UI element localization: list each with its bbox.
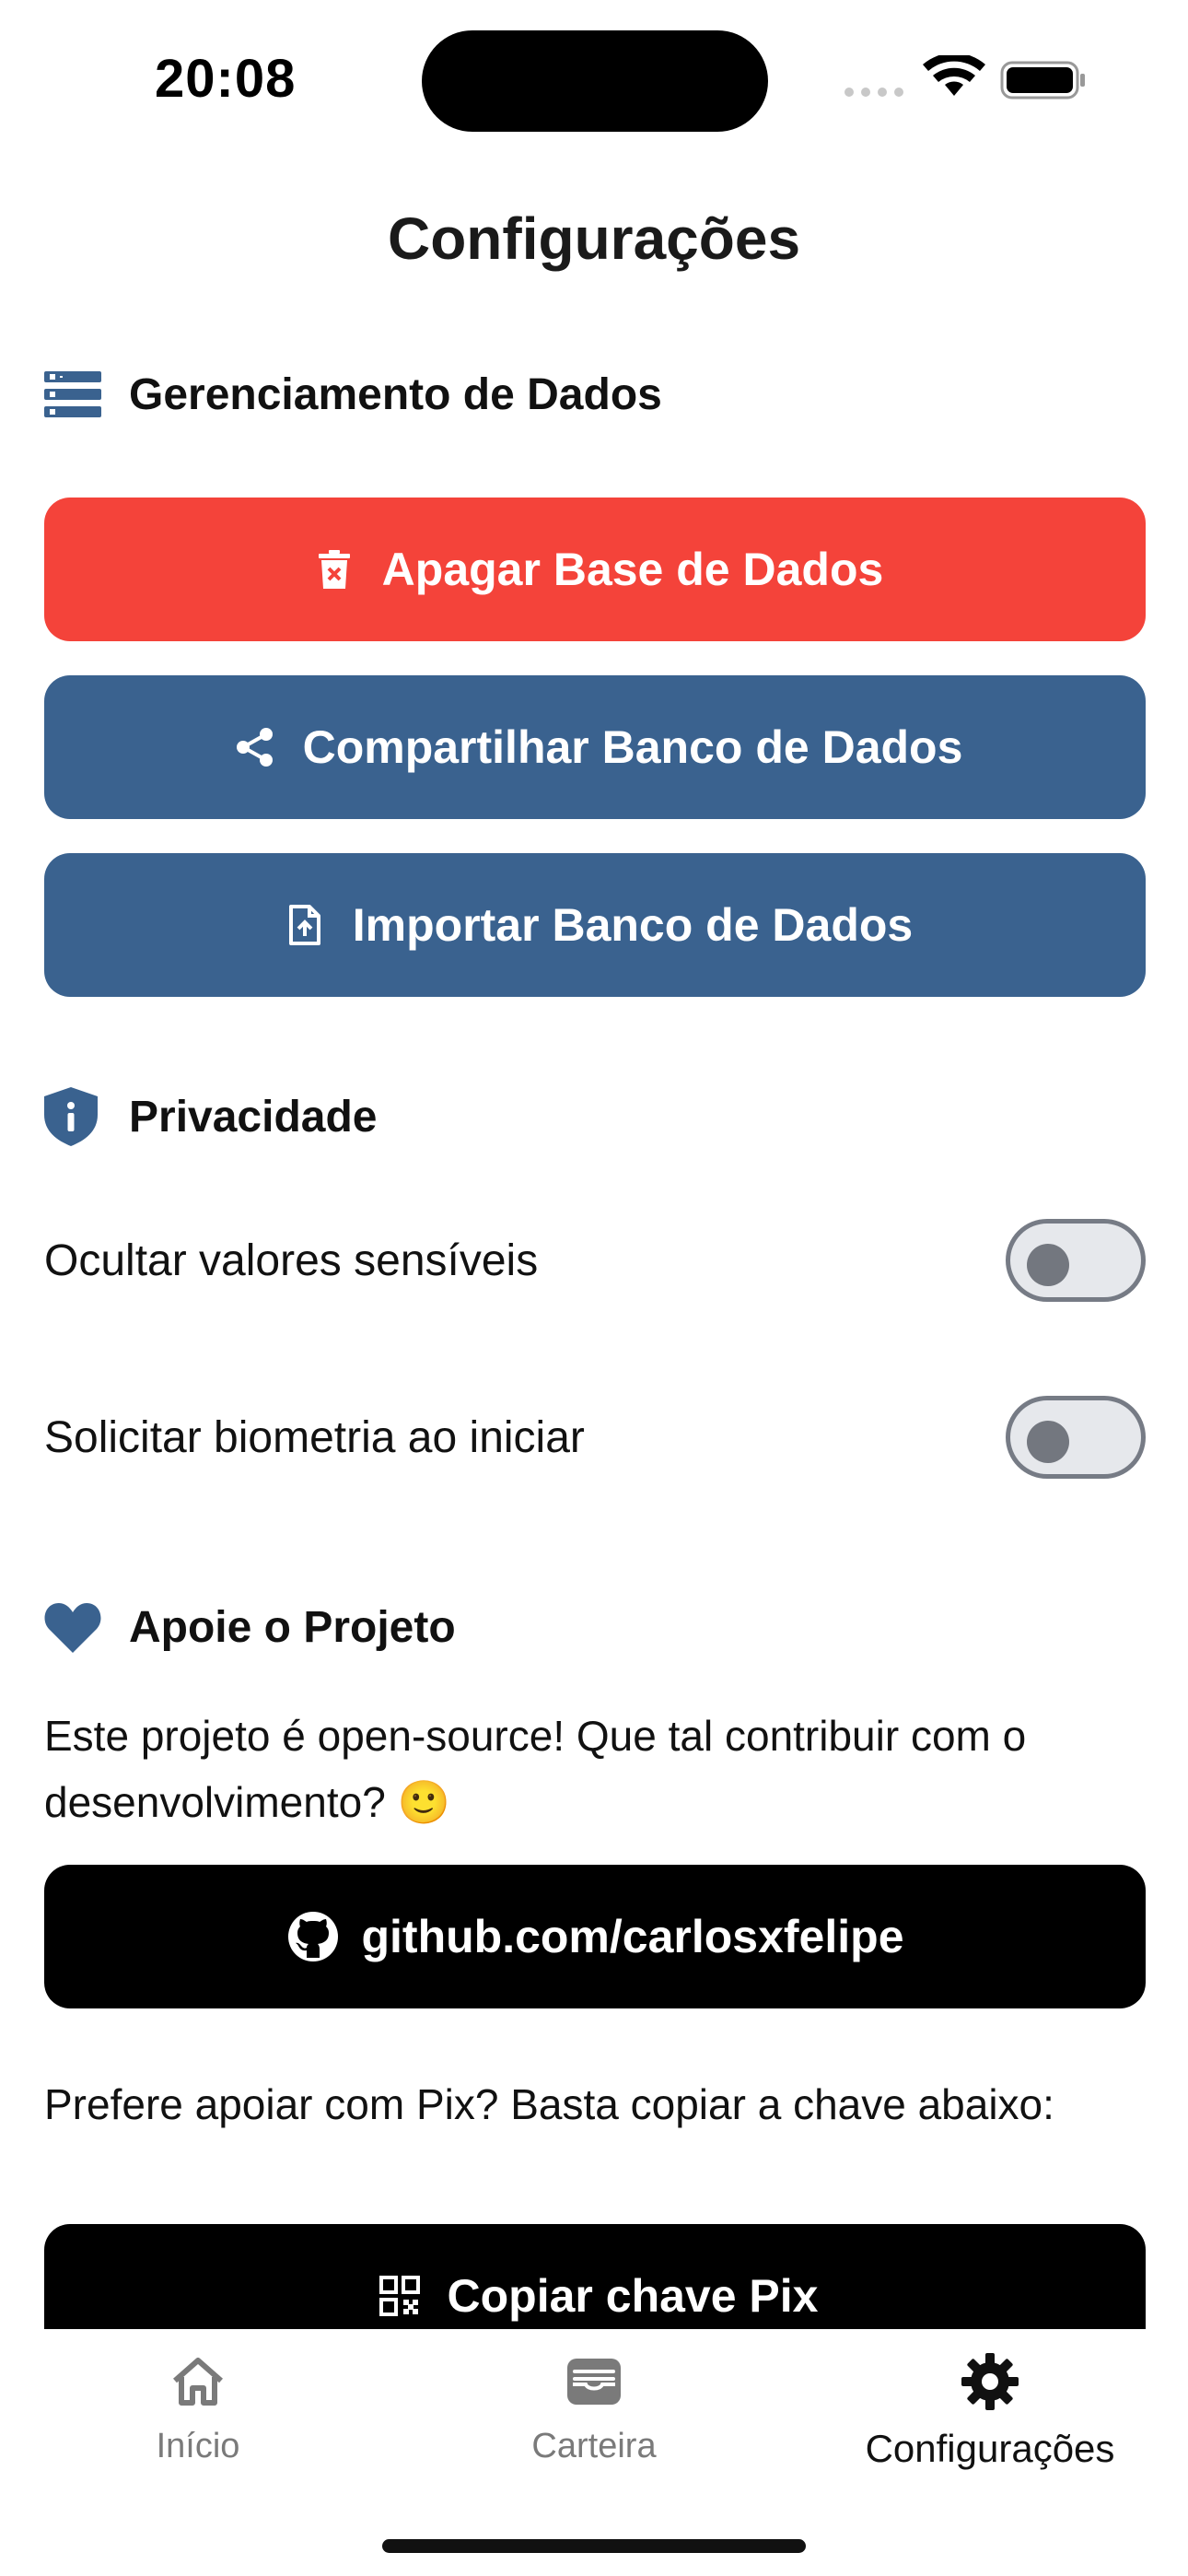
hide-values-toggle[interactable]: [1006, 1219, 1146, 1302]
tab-home[interactable]: Início: [0, 2329, 396, 2513]
home-indicator: [382, 2539, 806, 2553]
github-button[interactable]: github.com/carlosxfelipe: [44, 1865, 1146, 2008]
tab-wallet-label: Carteira: [531, 2427, 657, 2465]
tab-home-label: Início: [156, 2427, 240, 2465]
tab-settings[interactable]: Configurações: [792, 2329, 1188, 2513]
heart-icon: [44, 1599, 109, 1655]
gear-icon: [961, 2349, 1019, 2414]
support-header: Apoie o Projeto: [44, 1599, 456, 1655]
wallet-icon: [565, 2349, 623, 2414]
tab-wallet[interactable]: Carteira: [396, 2329, 792, 2513]
status-icons: [838, 53, 1087, 101]
privacy-header: Privacidade: [44, 1087, 378, 1146]
tab-settings-label: Configurações: [865, 2427, 1115, 2470]
page-title: Configurações: [387, 205, 801, 272]
hide-values-label: Ocultar valores sensíveis: [44, 1235, 539, 1285]
qr-code-icon: [372, 2268, 427, 2324]
github-label: github.com/carlosxfelipe: [361, 1911, 904, 1962]
status-bar: 20:08: [0, 0, 1188, 157]
toggle-knob: [1027, 1421, 1069, 1463]
github-icon: [285, 1909, 341, 1964]
privacy-title: Privacidade: [129, 1092, 378, 1142]
signal-wifi-battery-icon: [844, 53, 1085, 100]
share-database-label: Compartilhar Banco de Dados: [302, 721, 963, 773]
trash-icon: [307, 542, 362, 597]
share-icon: [227, 720, 283, 775]
data-management-title: Gerenciamento de Dados: [129, 369, 662, 419]
dynamic-island: [422, 30, 768, 132]
support-text: Este projeto é open-source! Que tal cont…: [44, 1712, 1027, 1826]
copy-pix-label: Copiar chave Pix: [447, 2270, 819, 2322]
share-database-button[interactable]: Compartilhar Banco de Dados: [44, 675, 1146, 819]
biometry-label: Solicitar biometria ao iniciar: [44, 1412, 585, 1462]
tab-bar: Início Carteira Configurações: [0, 2329, 1188, 2576]
home-icon: [171, 2349, 225, 2414]
import-database-button[interactable]: Importar Banco de Dados: [44, 853, 1146, 997]
toggle-knob: [1027, 1244, 1069, 1286]
file-upload-icon: [277, 897, 332, 953]
shield-icon: [44, 1087, 109, 1146]
list-icon: [44, 367, 109, 422]
delete-database-button[interactable]: Apagar Base de Dados: [44, 498, 1146, 641]
data-management-header: Gerenciamento de Dados: [44, 367, 662, 422]
support-title: Apoie o Projeto: [129, 1602, 456, 1652]
biometry-row: Solicitar biometria ao iniciar: [44, 1382, 1146, 1493]
import-database-label: Importar Banco de Dados: [352, 899, 914, 951]
hide-values-row: Ocultar valores sensíveis: [44, 1205, 1146, 1316]
delete-database-label: Apagar Base de Dados: [381, 544, 884, 595]
status-time: 20:08: [155, 49, 297, 109]
biometry-toggle[interactable]: [1006, 1396, 1146, 1479]
pix-text: Prefere apoiar com Pix? Basta copiar a c…: [44, 2080, 1054, 2128]
